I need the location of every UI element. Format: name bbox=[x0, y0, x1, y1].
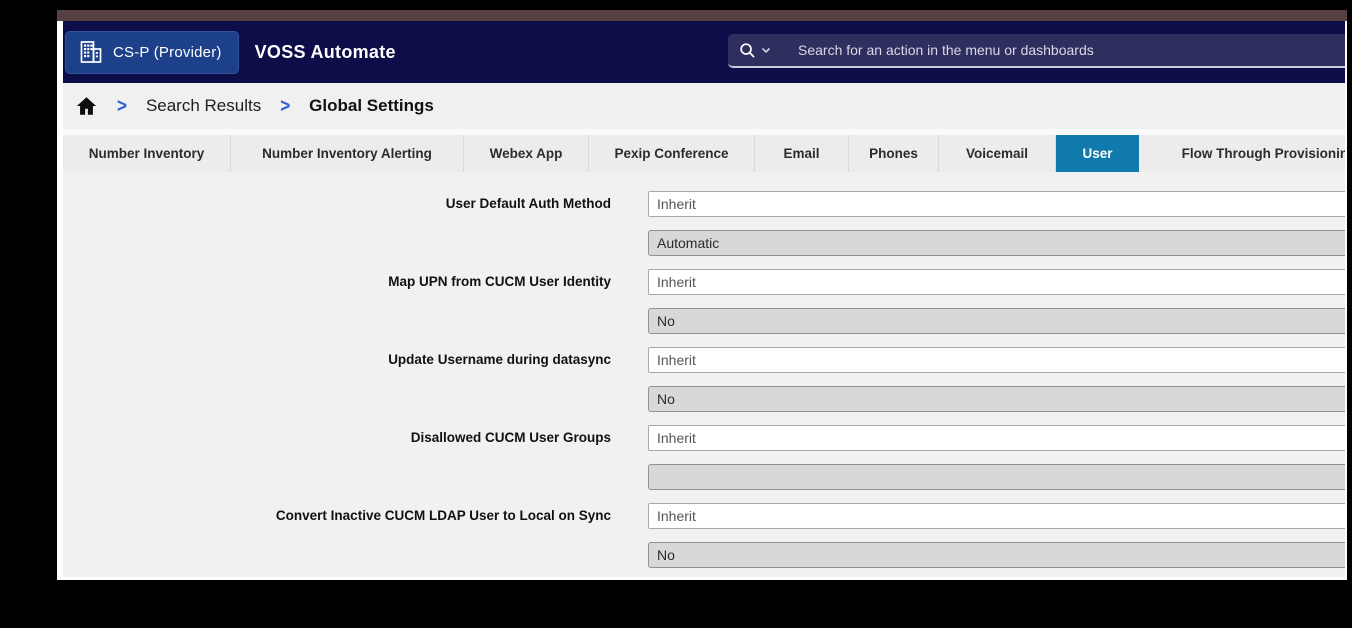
tenant-badge[interactable]: CS-P (Provider) bbox=[65, 31, 239, 74]
breadcrumb: > Search Results > Global Settings bbox=[63, 83, 1345, 129]
tab-bar: Number Inventory Number Inventory Alerti… bbox=[63, 135, 1345, 172]
field-label: Convert Inactive CUCM LDAP User to Local… bbox=[63, 503, 611, 568]
tab-flow-through-provisioning[interactable]: Flow Through Provisioning bbox=[1139, 135, 1345, 172]
field-input[interactable] bbox=[648, 425, 1345, 451]
breadcrumb-item-search-results[interactable]: Search Results bbox=[146, 96, 261, 116]
tab-webex-app[interactable]: Webex App bbox=[464, 135, 589, 172]
home-icon[interactable] bbox=[75, 95, 98, 117]
field-inherited-value: Automatic bbox=[648, 230, 1345, 256]
field-input[interactable] bbox=[648, 347, 1345, 373]
search-scope-toggle[interactable] bbox=[739, 42, 771, 59]
field-inherited-value bbox=[648, 464, 1345, 490]
field-group bbox=[648, 425, 1345, 490]
field-input[interactable] bbox=[648, 191, 1345, 217]
app-frame: CS-P (Provider) VOSS Automate bbox=[63, 21, 1345, 577]
breadcrumb-separator: > bbox=[280, 95, 290, 118]
field-label: Map UPN from CUCM User Identity bbox=[63, 269, 611, 334]
settings-form: User Default Auth Method Automatic Map U… bbox=[63, 172, 1345, 577]
tab-number-inventory-alerting[interactable]: Number Inventory Alerting bbox=[231, 135, 464, 172]
field-inherited-value: No bbox=[648, 542, 1345, 568]
form-row: Update Username during datasync No bbox=[63, 347, 1345, 412]
field-group: Automatic bbox=[648, 191, 1345, 256]
tab-email[interactable]: Email bbox=[755, 135, 849, 172]
form-row: Convert Inactive CUCM LDAP User to Local… bbox=[63, 503, 1345, 568]
tenant-badge-label: CS-P (Provider) bbox=[113, 44, 222, 61]
field-inherited-value: No bbox=[648, 308, 1345, 334]
search-icon bbox=[739, 42, 756, 59]
window-top-strip bbox=[57, 10, 1347, 21]
field-group: No bbox=[648, 269, 1345, 334]
tab-user[interactable]: User bbox=[1056, 135, 1139, 172]
search-bar[interactable] bbox=[728, 34, 1345, 68]
search-input[interactable] bbox=[798, 42, 1238, 58]
tab-phones[interactable]: Phones bbox=[849, 135, 939, 172]
form-row: User Default Auth Method Automatic bbox=[63, 191, 1345, 256]
field-group: No bbox=[648, 503, 1345, 568]
field-inherited-value: No bbox=[648, 386, 1345, 412]
form-row: Map UPN from CUCM User Identity No bbox=[63, 269, 1345, 334]
tab-voicemail[interactable]: Voicemail bbox=[939, 135, 1056, 172]
breadcrumb-separator: > bbox=[117, 95, 127, 118]
app-window: CS-P (Provider) VOSS Automate bbox=[57, 10, 1347, 580]
tab-pexip-conference[interactable]: Pexip Conference bbox=[589, 135, 755, 172]
chevron-down-icon bbox=[761, 47, 771, 54]
field-label: Disallowed CUCM User Groups bbox=[63, 425, 611, 490]
field-input[interactable] bbox=[648, 269, 1345, 295]
breadcrumb-item-global-settings: Global Settings bbox=[309, 96, 434, 116]
app-header: CS-P (Provider) VOSS Automate bbox=[63, 21, 1345, 83]
field-input[interactable] bbox=[648, 503, 1345, 529]
tab-number-inventory[interactable]: Number Inventory bbox=[63, 135, 231, 172]
field-group: No bbox=[648, 347, 1345, 412]
field-label: Update Username during datasync bbox=[63, 347, 611, 412]
app-title: VOSS Automate bbox=[255, 42, 396, 63]
building-icon bbox=[78, 39, 104, 65]
form-row: Disallowed CUCM User Groups bbox=[63, 425, 1345, 490]
page-background: { "header": { "tenant_badge": "CS-P (Pro… bbox=[0, 0, 1352, 628]
field-label: User Default Auth Method bbox=[63, 191, 611, 256]
